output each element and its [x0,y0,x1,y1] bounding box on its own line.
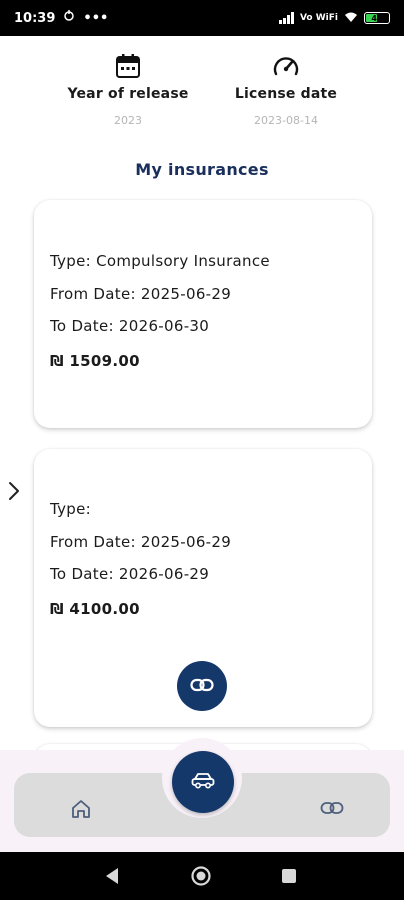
car-fab-button[interactable] [172,751,234,813]
signal-icon [278,12,294,24]
insurance-price: ₪ 1509.00 [50,352,140,370]
status-bar: 10:39 ••• Vo WiFi 44 [0,0,404,36]
sync-icon [63,10,75,26]
status-right: Vo WiFi 44 [278,11,390,26]
insurance-price: ₪ 4100.00 [50,600,140,618]
insurance-from-date: From Date: 2025-06-29 [50,285,232,303]
battery-level: 44 [371,13,383,23]
network-label: Vo WiFi [299,13,338,23]
insurance-type: Type: [50,500,92,518]
car-icon [190,770,216,794]
vehicle-info: Year of release 2023 License date 2023-0… [0,44,404,134]
home-icon[interactable] [70,798,92,824]
link-button[interactable] [177,661,227,711]
year-value: 2023 [114,114,142,127]
insurance-from-date: From Date: 2025-06-29 [50,533,232,551]
status-left: 10:39 ••• [14,10,108,26]
license-date: License date 2023-08-14 [206,44,366,127]
insurance-card[interactable]: Type: Compulsory Insurance From Date: 20… [34,200,372,428]
link-icon [190,677,214,696]
calendar-icon [48,44,208,80]
insurance-card[interactable]: Type: From Date: 2025-06-29 To Date: 202… [34,449,372,727]
year-of-release: Year of release 2023 [48,44,208,127]
battery-icon: 44 [364,12,390,24]
status-time: 10:39 [14,10,56,26]
insurance-to-date: To Date: 2026-06-29 [50,565,210,583]
recents-icon[interactable] [282,869,296,883]
system-home-icon[interactable] [190,865,212,891]
section-title: My insurances [135,160,269,179]
chevron-right-icon[interactable] [6,480,22,506]
back-icon[interactable] [104,866,120,890]
license-label: License date [234,86,338,102]
more-notifications-icon: ••• [83,10,109,26]
license-value: 2023-08-14 [254,114,318,127]
insurance-to-date: To Date: 2026-06-30 [50,317,210,335]
system-nav-bar [0,852,404,900]
insurance-type: Type: Compulsory Insurance [50,252,270,270]
year-label: Year of release [67,86,189,102]
wifi-icon [344,11,358,26]
link-icon[interactable] [320,800,344,820]
speedometer-icon [206,44,366,80]
